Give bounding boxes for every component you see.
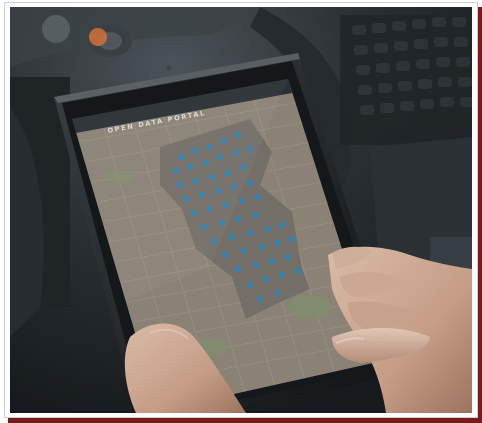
photograph: OPEN DATA PORTAL bbox=[10, 7, 472, 413]
photo-frame: OPEN DATA PORTAL bbox=[4, 2, 478, 418]
front-camera-icon bbox=[166, 65, 172, 71]
photo-scene: OPEN DATA PORTAL bbox=[10, 7, 472, 413]
dashboard-keypad bbox=[340, 15, 472, 145]
orange-light-icon bbox=[89, 28, 107, 46]
